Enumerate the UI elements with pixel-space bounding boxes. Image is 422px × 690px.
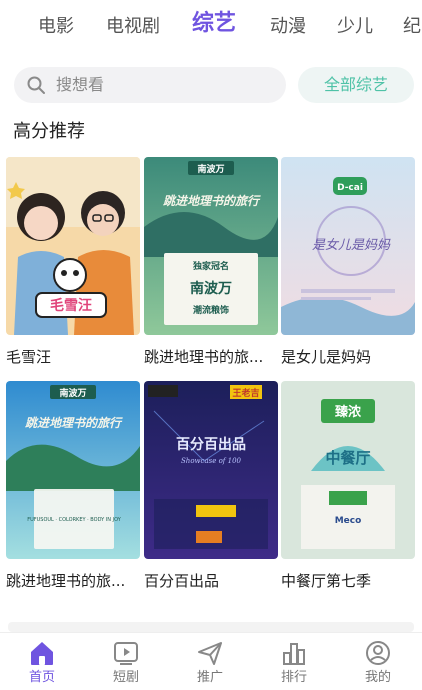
show-title[interactable]: 百分百出品 [144,571,284,591]
show-poster[interactable]: 毛雪汪 [6,157,140,335]
nav-profile[interactable]: 我的 [336,633,420,690]
tab-movie[interactable]: 电影 [38,14,74,40]
bar-chart-icon [283,643,305,665]
poster-sponsor-sub: 潮流粮饰 [193,304,229,316]
show-poster[interactable]: 南波万 跳进地理书的旅行 独家冠名 南波万 潮流粮饰 [144,157,278,335]
poster-sponsor-label: 独家冠名 [192,260,229,272]
send-icon [198,642,222,665]
poster-subtitle: Showcase of 100 [181,457,242,465]
poster-badge-text: 臻浓 [335,404,362,420]
all-variety-button[interactable]: 全部综艺 [298,67,414,103]
tab-kids[interactable]: 少儿 [337,14,373,40]
poster-sponsor: 南波万 [190,280,232,297]
bottom-navigation: 首页 短剧 推广 排行 我的 [0,632,422,690]
poster-title-text: 中餐厅 [325,449,370,467]
poster-title-text: 是女儿是妈妈 [312,237,391,253]
nav-label: 我的 [364,670,391,685]
tab-anime[interactable]: 动漫 [270,14,306,40]
poster-title-text: 毛雪汪 [50,297,92,314]
nav-label: 排行 [280,670,307,685]
nav-label: 短剧 [112,670,139,685]
poster-title-text: 跳进地理书的旅行 [25,416,123,430]
play-icon [114,642,138,665]
tab-documentary[interactable]: 纪 [403,14,421,40]
nav-ranking[interactable]: 排行 [252,633,336,690]
show-title[interactable]: 跳进地理书的旅... [144,347,284,367]
poster-badge-text: 南波万 [197,163,224,175]
tab-overflow-left: : [0,14,2,38]
search-placeholder: 搜想看 [56,75,105,94]
poster-badge-text: D-cai [337,183,363,193]
search-icon [26,75,46,95]
nav-home[interactable]: 首页 [0,633,84,690]
show-title[interactable]: 跳进地理书的旅... [6,571,146,591]
section-title: 高分推荐 [13,121,85,142]
nav-label: 首页 [28,670,55,685]
poster-sponsor-sub: FUFUSOUL · COLORKEY · BODY IN JOY [27,517,122,523]
nav-label: 推广 [196,670,223,685]
poster-badge-text: 王老吉 [232,387,259,399]
show-poster[interactable]: 南波万 跳进地理书的旅行 FUFUSOUL · COLORKEY · BODY … [6,381,140,559]
nav-short-drama[interactable]: 短剧 [84,633,168,690]
poster-badge-text: 南波万 [59,387,86,399]
category-tabs: : 电影 电视剧 综艺 动漫 少儿 纪 [0,0,422,56]
poster-title-text: 百分百出品 [176,436,246,453]
show-poster[interactable]: D-cai 是女儿是妈妈 [281,157,415,335]
search-input[interactable]: 搜想看 [14,67,286,103]
poster-sponsor-sub: Meco [335,516,362,526]
show-title[interactable]: 毛雪汪 [6,347,146,367]
tab-variety[interactable]: 综艺 [192,11,236,37]
show-title[interactable]: 中餐厅第七季 [281,571,421,591]
poster-title-text: 跳进地理书的旅行 [163,194,261,208]
profile-icon [366,641,390,665]
home-icon [31,642,53,665]
next-row-placeholder [8,622,414,632]
nav-promote[interactable]: 推广 [168,633,252,690]
tab-tv-series[interactable]: 电视剧 [106,14,160,40]
show-poster[interactable]: 臻浓 中餐厅 Meco [281,381,415,559]
show-poster[interactable]: 王老吉 百分百出品 Showcase of 100 [144,381,278,559]
show-title[interactable]: 是女儿是妈妈 [281,347,421,367]
